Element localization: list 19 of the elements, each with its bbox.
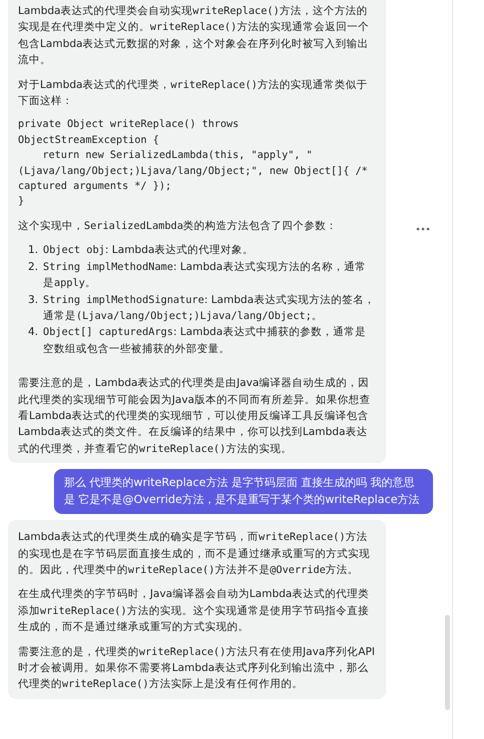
list-item-text: Object[] capturedArgs: Lambda表达式中捕获的参数，通常是空数组或包含一些被捕获的外部变量。 [43,325,367,357]
message-paragraph: 需要注意的是，代理类的writeReplace()方法只有在使用Java序列化API时才会被调用。如果你不需要将Lambda表达式序列化到输出流中，那么代理类的writeReplace()方法实际上是没有任何作用的。 [18,644,376,692]
more-options-icon[interactable] [416,226,430,231]
message-paragraph: 在生成代理类的字节码时，Java编译器会自动为Lambda表达式的代理类添加writeReplace()方法的实现。这个实现通常是使用字节码指令直接生成的，而不是通过继承或重写的方式实现的。 [18,587,370,636]
message-paragraph: 需要注意的是，Lambda表达式的代理类是由Java编译器自动生成的，因此代理类的实现细节可能会因为Java版本的不同而有所差异。如果你想查看Lambda表达式的代理类的实现细节，可以使用反编译工具反编译包含Lambda表达式的类文件。在反编译的结果中，你可以找到Lambda表达式的代理类，并查看它的writeReplace()方法的实现。 [18,376,372,457]
user-message-bubble: 那么 代理类的writeReplace方法 是字节码层面 直接生成的吗 我的意思是 它是不是@Override方法，是不是重写于某个类的writeReplace方法 [54,469,433,514]
list-item-text: Object obj: Lambda表达式的代理对象。 [43,243,254,258]
list-number: 2. [28,260,40,275]
list-number: 1. [28,243,40,258]
list-number: 4. [28,325,40,340]
list-number: 3. [28,292,40,308]
list-item-text: String implMethodName: Lambda表达式实现方法的名称，通常是apply。 [43,260,367,292]
message-paragraph: 这个实现中，SerializedLambda类的构造方法包含了四个参数： [18,218,338,234]
message-paragraph: Lambda表达式的代理类生成的确实是字节码，而writeReplace()方法的实现也是在字节码层面直接生成的，而不是通过继承或重写的方式实现的。因此，代理类中的writeReplace()方法并不是@Override方法。 [18,530,371,578]
list-item-text: String implMethodSignature: Lambda表达式实现方法的签名，通常是(Ljava/lang/Object;)Ljava/lang/Object;。 [43,292,376,324]
code-text: private Object writeReplace() throws ObjectStreamException { return new SerializedLambda(this, "apply", " (Ljava/lang/Object;)Ljava/lang/Object;", new Object[]{ /* captured arguments */ }); } [18,118,369,210]
message-paragraph: Lambda表达式的代理类会自动实现writeReplace()方法，这个方法的实现是在代理类中定义的。writeReplace()方法的实现通常会返回一个包含Lambda表达式元数据的对象，这个对象会在序列化时被写入到输出流中。 [18,4,370,68]
scrollbar-thumb[interactable] [445,615,450,710]
message-paragraph: 对于Lambda表达式的代理类，writeReplace()方法的实现通常类似于下面这样： [18,78,368,110]
